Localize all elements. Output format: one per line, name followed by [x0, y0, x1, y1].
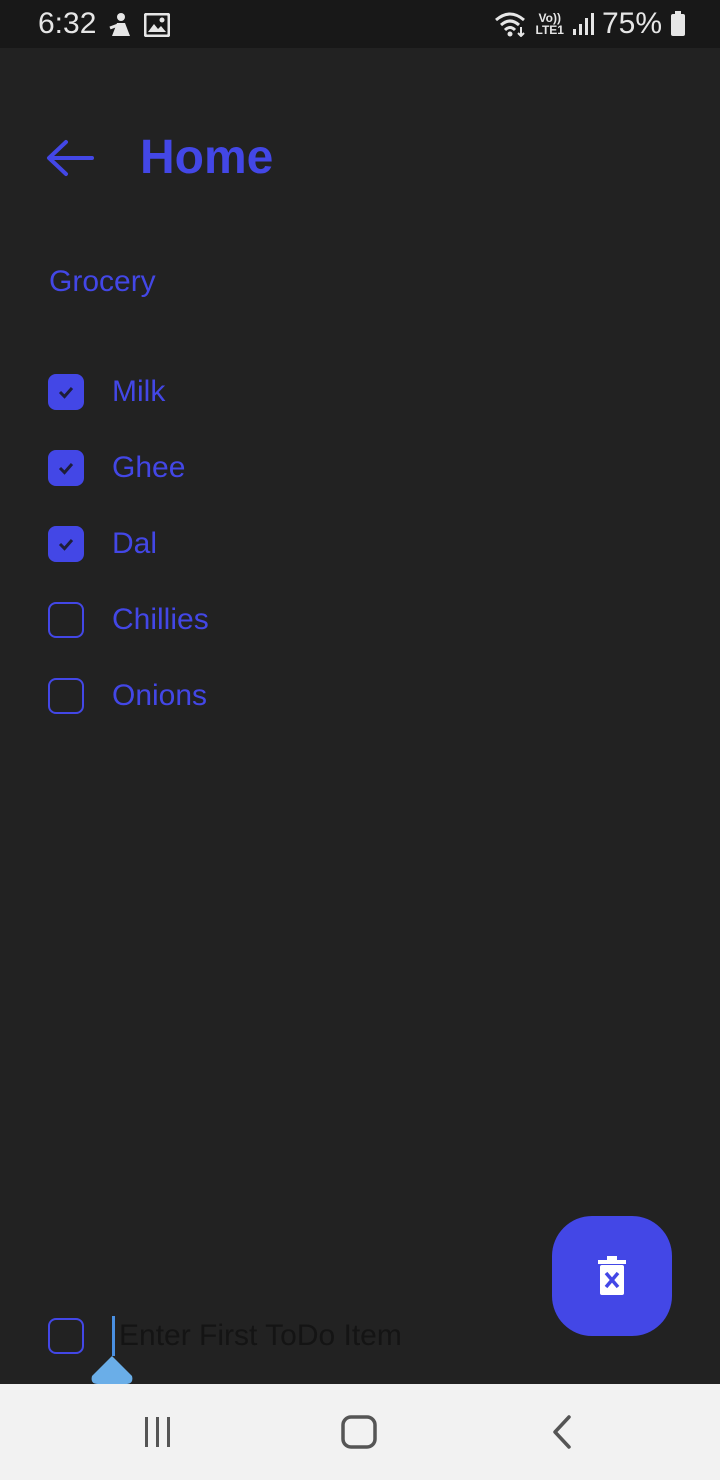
- wifi-icon: [494, 12, 525, 37]
- new-item-row: [48, 1316, 668, 1356]
- check-icon: [58, 387, 74, 399]
- todo-label: Ghee: [112, 451, 186, 484]
- todo-label: Milk: [112, 375, 166, 408]
- todo-item[interactable]: Chillies: [48, 600, 668, 640]
- todo-item[interactable]: Onions: [48, 676, 668, 716]
- system-nav-bar: [0, 1384, 720, 1480]
- home-icon: [341, 1415, 377, 1449]
- lte-label: LTE1: [535, 23, 564, 37]
- status-notification-icons: [108, 10, 170, 40]
- recents-icon: [145, 1417, 170, 1447]
- battery-icon: [671, 11, 685, 36]
- text-cursor-handle[interactable]: [90, 1356, 134, 1384]
- todo-checkbox[interactable]: [48, 526, 84, 562]
- app-screen: 6:32 Vo)) LTE1 75% Home Grocery Milk Ghe…: [0, 0, 720, 1480]
- new-item-checkbox[interactable]: [48, 1318, 84, 1354]
- back-button[interactable]: [540, 1412, 584, 1452]
- todo-checkbox[interactable]: [48, 374, 84, 410]
- home-button[interactable]: [337, 1412, 381, 1452]
- volte-indicator: Vo)) LTE1: [536, 12, 564, 36]
- back-arrow-icon[interactable]: [44, 138, 96, 178]
- notification-app-icon: [109, 13, 130, 36]
- todo-checkbox[interactable]: [48, 602, 84, 638]
- back-icon: [553, 1415, 571, 1449]
- todo-item[interactable]: Dal: [48, 524, 668, 564]
- todo-item[interactable]: Milk: [48, 372, 668, 412]
- check-icon: [58, 539, 74, 551]
- delete-bin-icon: [598, 1256, 626, 1295]
- todo-label: Chillies: [112, 603, 209, 636]
- check-icon: [58, 463, 74, 475]
- status-bar: 6:32 Vo)) LTE1 75%: [0, 0, 720, 48]
- list-title[interactable]: Grocery: [49, 262, 156, 302]
- status-time: 6:32: [38, 7, 97, 40]
- todo-checkbox[interactable]: [48, 450, 84, 486]
- new-item-input[interactable]: [112, 1316, 599, 1356]
- todo-label: Onions: [112, 679, 208, 712]
- status-system-icons: Vo)) LTE1 75%: [494, 6, 687, 42]
- signal-icon: [572, 13, 594, 35]
- recents-button[interactable]: [136, 1412, 180, 1452]
- image-icon: [144, 13, 170, 37]
- battery-percent: 75%: [601, 7, 662, 40]
- todo-list: Milk Ghee Dal Chillies Onions: [48, 372, 668, 752]
- page-title: Home: [140, 131, 274, 184]
- todo-checkbox[interactable]: [48, 678, 84, 714]
- todo-item[interactable]: Ghee: [48, 448, 668, 488]
- todo-label: Dal: [112, 527, 158, 560]
